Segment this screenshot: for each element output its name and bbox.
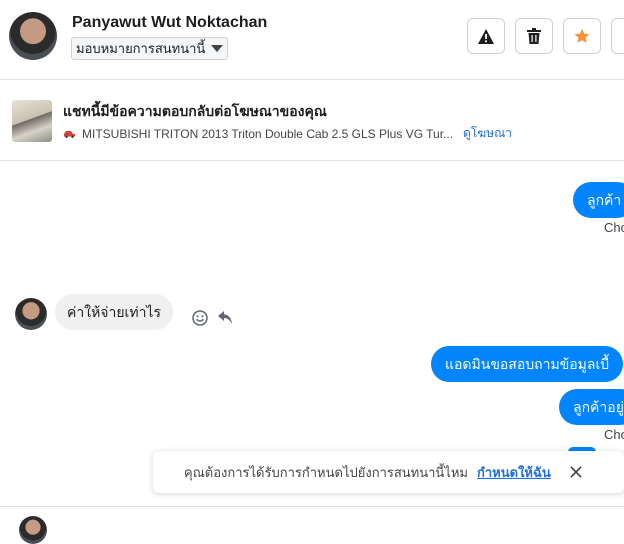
ad-product-name: MITSUBISHI TRITON 2013 Triton Double Cab… xyxy=(82,126,454,141)
sender-avatar xyxy=(15,298,47,330)
ad-product-row: MITSUBISHI TRITON 2013 Triton Double Cab… xyxy=(63,124,512,143)
assign-prompt-toast: คุณต้องการได้รับการกำหนดไปยังการสนทนานี้… xyxy=(153,451,624,493)
warning-icon xyxy=(478,28,494,44)
message-text: ค่าให้จ่ายเท่าไร xyxy=(67,304,161,320)
trash-icon xyxy=(527,28,541,44)
ad-banner-title: แชทนี้มีข้อความตอบกลับต่อโฆษณาของคุณ xyxy=(63,103,327,119)
message-sender-label: Cho xyxy=(604,220,624,235)
message-composer[interactable] xyxy=(0,506,624,544)
report-button[interactable] xyxy=(467,18,505,54)
message-sender-label: Cho xyxy=(604,427,624,442)
contact-name[interactable]: Panyawut Wut Noktachan xyxy=(72,14,267,32)
assign-conversation-dropdown[interactable]: มอบหมายการสนทนานี้ xyxy=(71,37,229,60)
delete-button[interactable] xyxy=(515,18,553,54)
more-options-button[interactable] xyxy=(611,18,624,54)
star-button[interactable] xyxy=(563,18,601,54)
outgoing-message: ลูกค้า xyxy=(573,182,624,218)
close-icon[interactable] xyxy=(569,465,583,479)
outgoing-message: ลูกค้าอยู่ xyxy=(559,389,624,425)
ad-reply-banner: แชทนี้มีข้อความตอบกลับต่อโฆษณาของคุณ MIT… xyxy=(0,81,624,161)
chevron-down-icon xyxy=(211,45,224,52)
contact-avatar[interactable] xyxy=(9,12,57,60)
assign-label: มอบหมายการสนทนานี้ xyxy=(76,41,206,56)
conversation-header: Panyawut Wut Noktachan มอบหมายการสนทนานี… xyxy=(0,0,624,80)
assign-to-me-link[interactable]: กำหนดให้ฉัน xyxy=(477,462,551,483)
incoming-message: ค่าให้จ่ายเท่าไร xyxy=(55,294,173,330)
emoji-react-icon[interactable] xyxy=(192,310,208,326)
composer-avatar xyxy=(19,516,47,544)
message-text: ลูกค้าอยู่ xyxy=(573,399,624,415)
star-icon xyxy=(574,28,590,43)
message-text: ลูกค้า xyxy=(587,192,622,208)
view-ad-link[interactable]: ดูโฆษณา xyxy=(463,124,512,143)
ad-thumbnail[interactable] xyxy=(12,100,52,142)
car-icon xyxy=(64,131,75,138)
assign-prompt-text: คุณต้องการได้รับการกำหนดไปยังการสนทนานี้… xyxy=(184,464,468,480)
outgoing-message: แอดมินขอสอบถามข้อมูลเบื้ xyxy=(431,346,624,382)
reply-icon[interactable] xyxy=(218,311,232,324)
message-text: แอดมินขอสอบถามข้อมูลเบื้ xyxy=(445,356,610,372)
